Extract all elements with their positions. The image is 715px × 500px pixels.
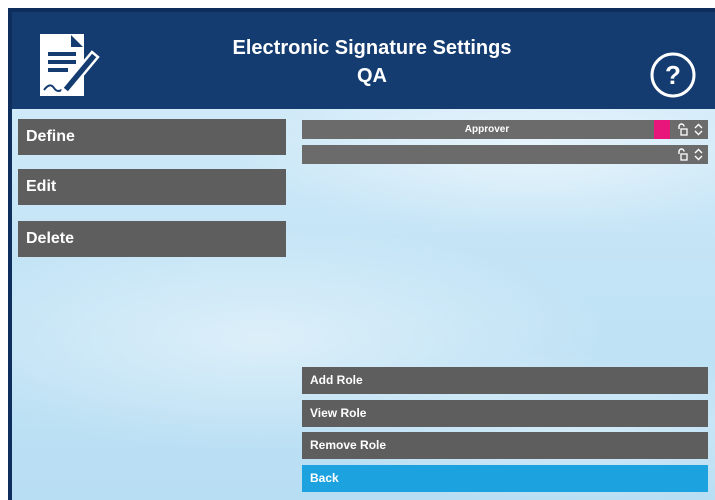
remove-role-button[interactable]: Remove Role bbox=[302, 432, 708, 459]
role-color-marker[interactable] bbox=[654, 120, 670, 139]
view-role-label: View Role bbox=[310, 406, 367, 420]
unlock-icon[interactable] bbox=[677, 123, 688, 136]
sort-arrows-icon[interactable] bbox=[694, 148, 703, 161]
svg-text:?: ? bbox=[665, 60, 681, 90]
back-label: Back bbox=[310, 471, 339, 485]
add-role-label: Add Role bbox=[310, 373, 363, 387]
page-title: Electronic Signature Settings bbox=[232, 37, 512, 59]
define-button-label: Define bbox=[26, 128, 75, 145]
role-label: Approver bbox=[464, 124, 510, 135]
delete-button-label: Delete bbox=[26, 230, 75, 247]
back-button[interactable]: Back bbox=[302, 465, 708, 492]
page-subtitle: QA bbox=[357, 65, 387, 87]
role-row-approver[interactable]: Approver bbox=[302, 120, 708, 139]
header-bar: Electronic Signature Settings QA ? bbox=[12, 12, 715, 109]
view-role-button[interactable]: View Role bbox=[302, 400, 708, 427]
role-row-empty[interactable] bbox=[302, 145, 708, 164]
unlock-icon[interactable] bbox=[677, 148, 688, 161]
sort-arrows-icon[interactable] bbox=[694, 123, 703, 136]
help-icon[interactable]: ? bbox=[648, 50, 698, 100]
edit-button[interactable]: Edit bbox=[18, 169, 286, 205]
document-sign-icon bbox=[40, 34, 100, 96]
add-role-button[interactable]: Add Role bbox=[302, 367, 708, 394]
delete-button[interactable]: Delete bbox=[18, 221, 286, 257]
remove-role-label: Remove Role bbox=[310, 438, 387, 452]
define-button[interactable]: Define bbox=[18, 119, 286, 155]
edit-button-label: Edit bbox=[26, 178, 57, 195]
